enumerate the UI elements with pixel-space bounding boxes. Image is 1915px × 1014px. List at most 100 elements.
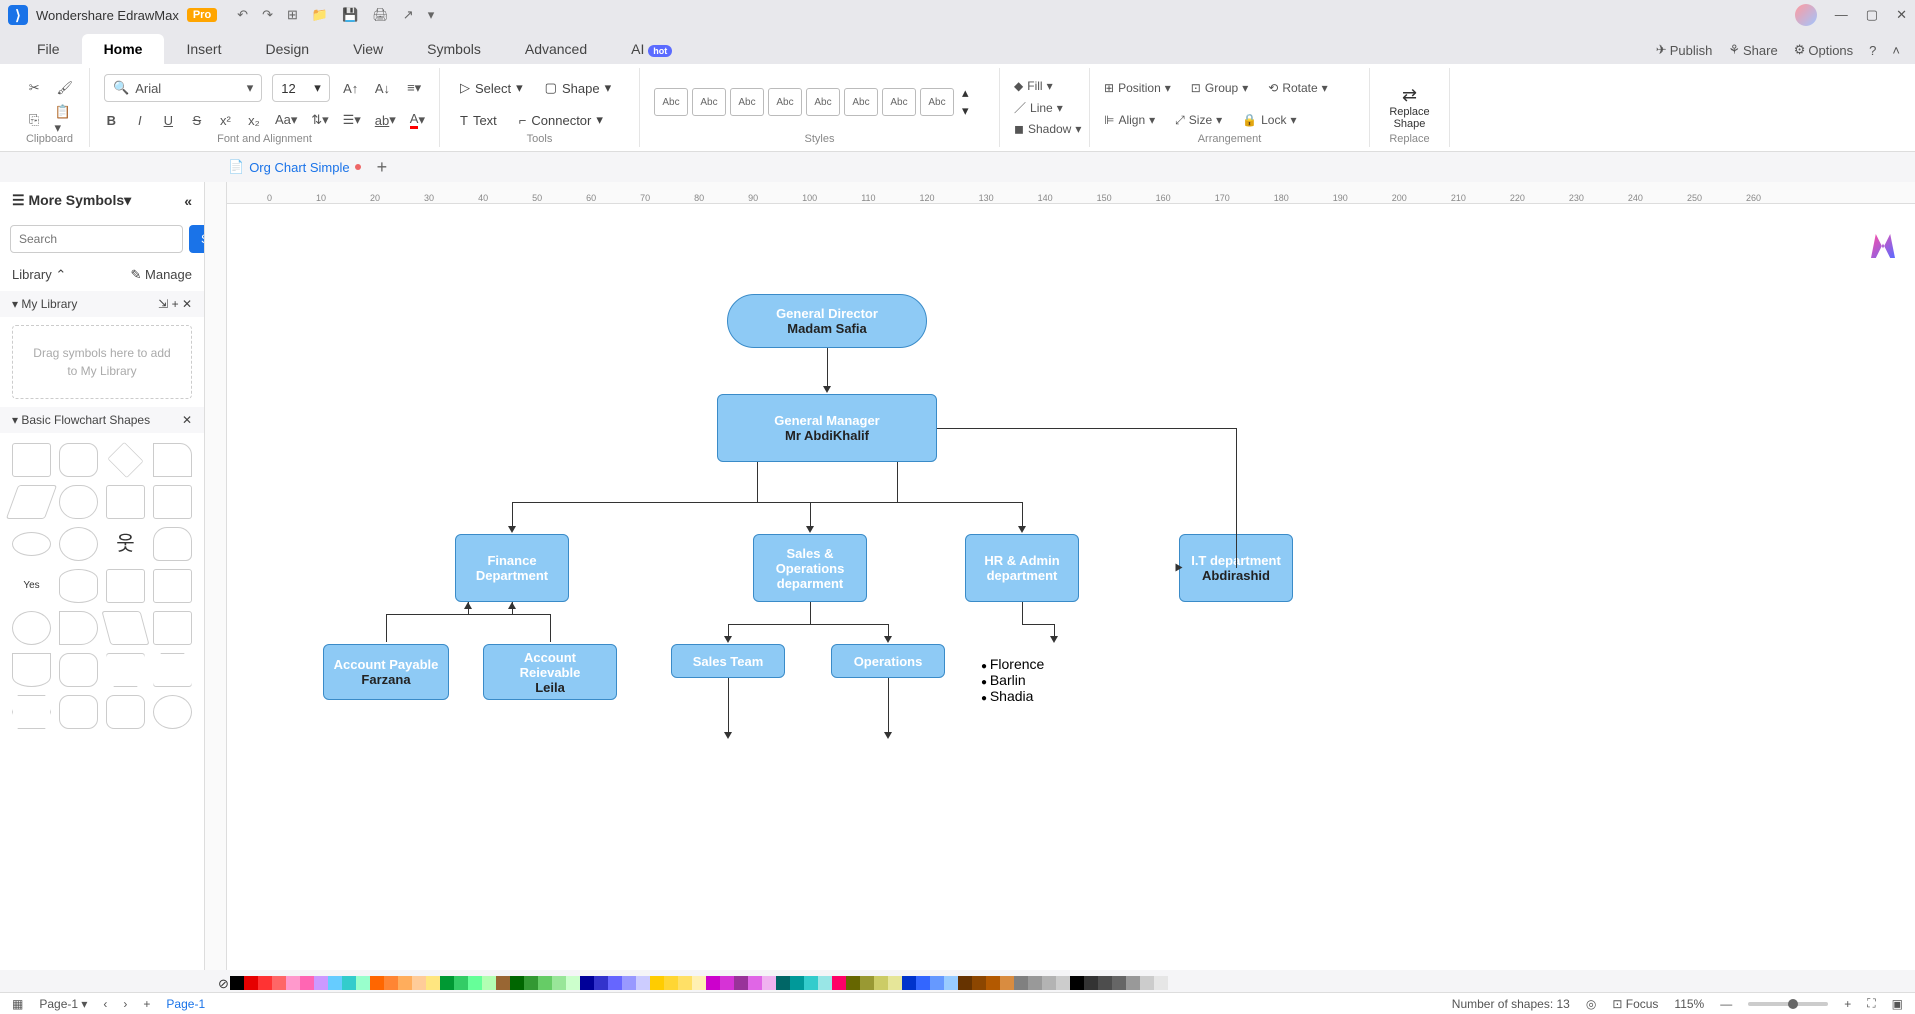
color-swatch[interactable] (832, 976, 846, 990)
color-swatch[interactable] (790, 976, 804, 990)
bold-icon[interactable]: B (104, 109, 119, 131)
shape-connector[interactable] (12, 611, 51, 645)
menu-ai[interactable]: AI hot (609, 34, 694, 64)
lock-button[interactable]: 🔒 Lock ▾ (1242, 111, 1296, 129)
shape-ellipse[interactable] (12, 532, 51, 556)
color-swatch[interactable] (272, 976, 286, 990)
connector-tool[interactable]: ⌐ Connector ▾ (513, 106, 609, 134)
color-swatch[interactable] (314, 976, 328, 990)
color-swatch[interactable] (1028, 976, 1042, 990)
library-label[interactable]: Library ⌃ (12, 267, 66, 283)
node-hr[interactable]: HR & Admin department (965, 534, 1079, 602)
color-swatch[interactable] (636, 976, 650, 990)
shape-database[interactable] (59, 569, 98, 603)
color-swatch[interactable] (608, 976, 622, 990)
manage-button[interactable]: ✎ Manage (131, 267, 193, 283)
shape-parallelogram[interactable] (6, 485, 57, 519)
color-swatch[interactable] (916, 976, 930, 990)
font-color-icon[interactable]: A▾ (410, 109, 425, 131)
redo-icon[interactable]: ↷ (262, 7, 273, 23)
color-swatch[interactable] (874, 976, 888, 990)
node-director[interactable]: General Director Madam Safia (727, 294, 927, 348)
close-lib-icon[interactable]: ✕ (182, 297, 192, 311)
color-swatch[interactable] (846, 976, 860, 990)
zoom-level[interactable]: 115% (1674, 997, 1704, 1011)
style-gallery[interactable]: Abc Abc Abc Abc Abc Abc Abc Abc ▴ ▾ (654, 72, 985, 132)
menu-insert[interactable]: Insert (164, 34, 243, 64)
node-sales-team[interactable]: Sales Team (671, 644, 785, 678)
my-library-section[interactable]: ▾ My Library (12, 297, 77, 311)
style-down-icon[interactable]: ▾ (962, 103, 969, 119)
color-swatch[interactable] (286, 976, 300, 990)
fill-button[interactable]: ◆ Fill ▾ (1014, 77, 1075, 95)
underline-icon[interactable]: U (161, 109, 176, 131)
color-swatch[interactable] (468, 976, 482, 990)
add-lib-icon[interactable]: + (172, 297, 179, 311)
prev-page-icon[interactable]: ‹ (103, 997, 107, 1011)
decrease-font-icon[interactable]: A↓ (372, 77, 394, 99)
more-symbols-button[interactable]: ☰ More Symbols▾ (12, 192, 131, 209)
shape-hexagon[interactable] (12, 695, 51, 729)
line-button[interactable]: ／ Line ▾ (1014, 97, 1075, 118)
style-swatch[interactable]: Abc (844, 88, 878, 116)
page-tab[interactable]: Page-1 (166, 997, 205, 1011)
color-swatch[interactable] (454, 976, 468, 990)
target-icon[interactable]: ◎ (1586, 997, 1596, 1011)
focus-button[interactable]: ⊡ Focus (1612, 997, 1658, 1011)
replace-shape-button[interactable]: Replace Shape (1389, 106, 1429, 130)
color-swatch[interactable] (650, 976, 664, 990)
new-icon[interactable]: ⊞ (287, 7, 298, 23)
menu-view[interactable]: View (331, 34, 405, 64)
color-swatch[interactable] (888, 976, 902, 990)
color-swatch[interactable] (664, 976, 678, 990)
color-swatch[interactable] (426, 976, 440, 990)
cut-icon[interactable]: ✂ (24, 77, 45, 99)
color-swatch[interactable] (552, 976, 566, 990)
color-swatch[interactable] (328, 976, 342, 990)
list-icon[interactable]: ☰▾ (343, 109, 361, 131)
color-swatch[interactable] (412, 976, 426, 990)
color-swatch[interactable] (1112, 976, 1126, 990)
shape-circle[interactable] (59, 527, 98, 561)
italic-icon[interactable]: I (133, 109, 148, 131)
color-swatch[interactable] (804, 976, 818, 990)
doc-tab[interactable]: 📄 Org Chart Simple (220, 155, 369, 179)
menu-advanced[interactable]: Advanced (503, 34, 609, 64)
format-painter-icon[interactable]: 🖌 (55, 77, 76, 99)
more-icon[interactable]: ▾ (428, 7, 435, 23)
no-fill-icon[interactable]: ⊘ (218, 976, 229, 992)
color-swatch[interactable] (1140, 976, 1154, 990)
shape-storage[interactable] (153, 569, 192, 603)
highlight-icon[interactable]: ab▾ (375, 109, 396, 131)
zoom-out-icon[interactable]: — (1720, 997, 1732, 1011)
color-swatch[interactable] (496, 976, 510, 990)
page-select[interactable]: Page-1 ▾ (39, 997, 87, 1011)
color-swatch[interactable] (370, 976, 384, 990)
shape-manual-op[interactable] (106, 653, 145, 687)
node-ap[interactable]: Account Payable Farzana (323, 644, 449, 700)
close-section-icon[interactable]: ✕ (182, 413, 192, 427)
shape-yes[interactable]: Yes (12, 569, 51, 603)
color-swatch[interactable] (1126, 976, 1140, 990)
zoom-in-icon[interactable]: + (1844, 997, 1851, 1011)
print-icon[interactable]: 🖨 (372, 7, 389, 23)
menu-design[interactable]: Design (243, 34, 331, 64)
color-swatch[interactable] (230, 976, 244, 990)
color-swatch[interactable] (860, 976, 874, 990)
color-swatch[interactable] (1098, 976, 1112, 990)
next-page-icon[interactable]: › (123, 997, 127, 1011)
style-up-icon[interactable]: ▴ (962, 85, 969, 101)
color-swatch[interactable] (972, 976, 986, 990)
export-icon[interactable]: ↗ (403, 7, 414, 23)
color-swatch[interactable] (342, 976, 356, 990)
group-button[interactable]: ⊡ Group ▾ (1191, 79, 1248, 97)
color-swatch[interactable] (692, 976, 706, 990)
color-swatch[interactable] (930, 976, 944, 990)
menu-home[interactable]: Home (82, 34, 165, 64)
color-swatch[interactable] (1070, 976, 1084, 990)
color-swatch[interactable] (748, 976, 762, 990)
help-icon[interactable]: ? (1869, 42, 1876, 58)
collapse-ribbon-icon[interactable]: ˄ (1892, 42, 1900, 58)
shape-diamond[interactable] (107, 442, 143, 478)
collapse-sidebar-icon[interactable]: « (184, 193, 192, 209)
